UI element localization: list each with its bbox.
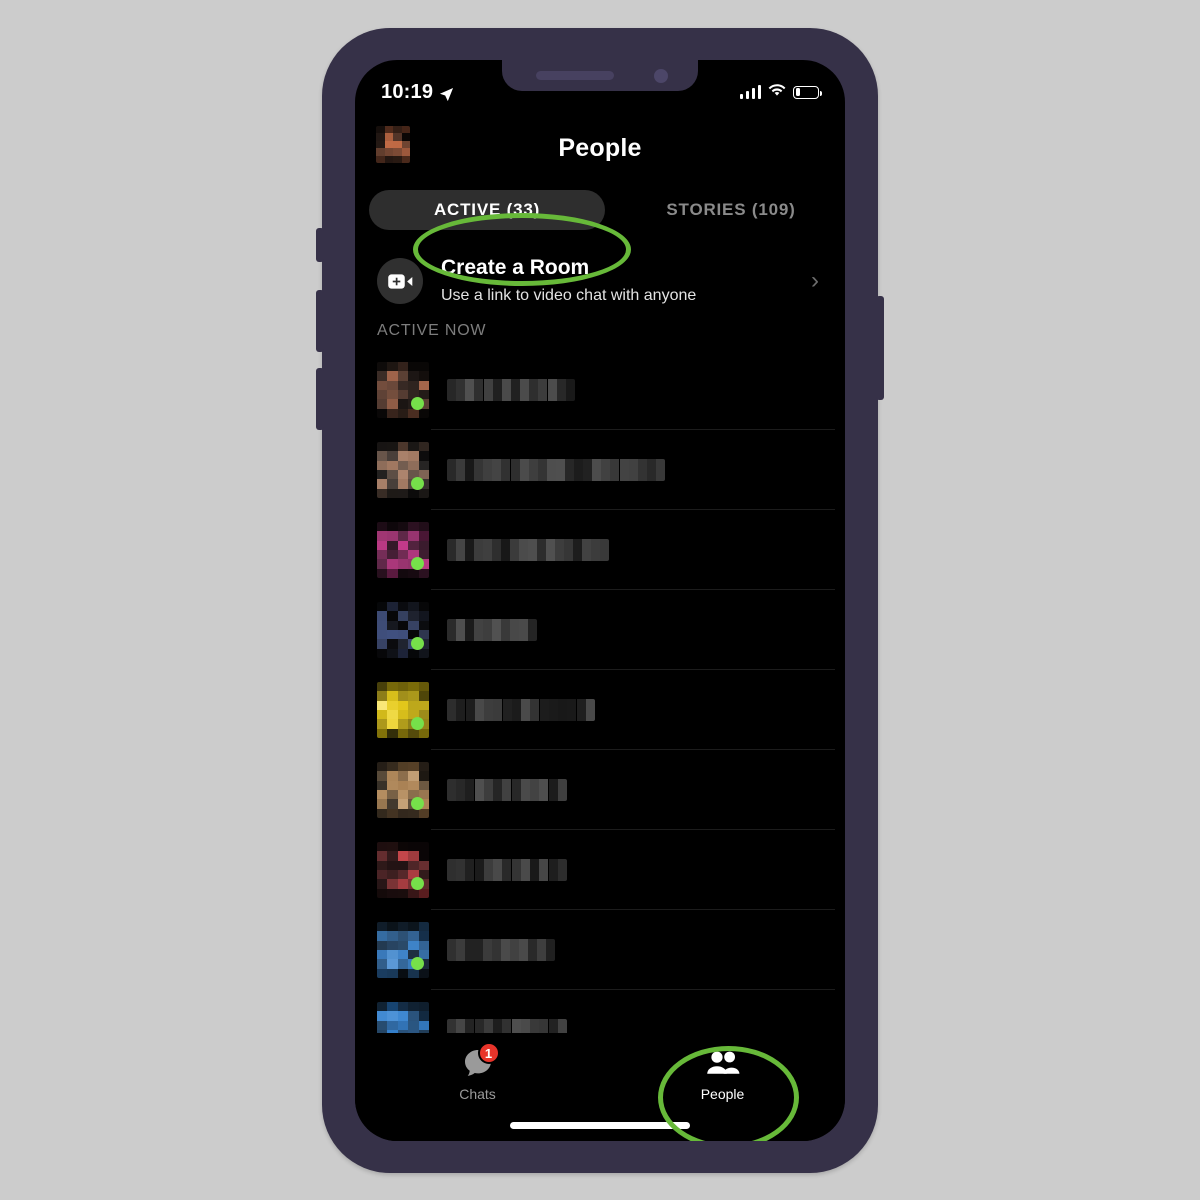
contact-name-redacted xyxy=(447,779,567,801)
create-room-text: Create a Room Use a link to video chat w… xyxy=(441,255,811,306)
online-status-dot xyxy=(411,557,424,570)
online-status-dot xyxy=(411,397,424,410)
contact-avatar[interactable] xyxy=(377,842,429,898)
tab-stories[interactable]: STORIES (109) xyxy=(613,190,845,230)
phone-device-frame: 10:19 People ACTIVE (33) STORIES (109) C… xyxy=(316,28,884,1173)
home-indicator[interactable] xyxy=(510,1122,690,1129)
device-notch xyxy=(502,60,698,91)
tab-stories-label: STORIES (109) xyxy=(666,200,796,219)
online-status-dot xyxy=(411,877,424,890)
active-now-row[interactable] xyxy=(355,590,845,670)
active-now-row[interactable] xyxy=(355,350,845,430)
contact-name-redacted xyxy=(447,699,595,721)
section-header-active-now: ACTIVE NOW xyxy=(377,322,487,339)
chat-bubble-icon: 1 xyxy=(457,1042,500,1081)
status-bar-right xyxy=(739,77,822,102)
create-room-subtitle: Use a link to video chat with anyone xyxy=(441,286,697,304)
online-status-dot xyxy=(411,797,424,810)
online-status-dot xyxy=(411,717,424,730)
video-camera-plus-icon xyxy=(377,258,423,304)
tab-active-label: ACTIVE (33) xyxy=(433,200,541,219)
tab-bar-item-chats[interactable]: 1 Chats xyxy=(355,1033,600,1102)
online-status-dot xyxy=(411,957,424,970)
segmented-control: ACTIVE (33) STORIES (109) xyxy=(355,176,845,242)
contact-name-redacted xyxy=(447,939,555,961)
contact-avatar[interactable] xyxy=(377,362,429,418)
mute-switch-button[interactable] xyxy=(316,228,324,262)
contact-name-redacted xyxy=(447,459,665,481)
people-icon xyxy=(702,1045,744,1081)
contact-name-redacted xyxy=(447,539,609,561)
cellular-signal-icon xyxy=(739,85,761,99)
phone-screen: 10:19 People ACTIVE (33) STORIES (109) C… xyxy=(355,60,845,1141)
tab-bar-label-chats: Chats xyxy=(459,1086,496,1102)
active-now-row[interactable] xyxy=(355,750,845,830)
contact-avatar[interactable] xyxy=(377,602,429,658)
active-now-row[interactable] xyxy=(355,430,845,510)
contact-avatar[interactable] xyxy=(377,522,429,578)
contact-avatar[interactable] xyxy=(377,922,429,978)
volume-up-button[interactable] xyxy=(316,290,324,352)
contact-name-redacted xyxy=(447,859,567,881)
active-now-row[interactable] xyxy=(355,910,845,990)
location-arrow-icon xyxy=(439,85,454,101)
create-room-title: Create a Room xyxy=(441,256,590,280)
contact-avatar[interactable] xyxy=(377,682,429,738)
chats-unread-badge: 1 xyxy=(477,1042,500,1064)
status-bar-time: 10:19 xyxy=(381,80,434,103)
bottom-tab-bar: 1 Chats People xyxy=(355,1033,845,1141)
online-status-dot xyxy=(411,477,424,490)
front-camera-icon xyxy=(654,69,668,83)
contact-name-redacted xyxy=(447,379,575,401)
earpiece-speaker-icon xyxy=(536,71,614,80)
online-status-dot xyxy=(411,637,424,650)
create-room-row[interactable]: Create a Room Use a link to video chat w… xyxy=(355,242,845,320)
chevron-right-icon: › xyxy=(811,267,819,294)
power-button[interactable] xyxy=(876,296,884,400)
active-now-row[interactable] xyxy=(355,670,845,750)
tab-bar-item-people[interactable]: People xyxy=(600,1033,845,1102)
active-now-row[interactable] xyxy=(355,830,845,910)
wifi-icon xyxy=(768,83,786,102)
page-header: People xyxy=(355,118,845,178)
page-title: People xyxy=(558,133,642,162)
battery-low-icon xyxy=(793,85,822,99)
volume-down-button[interactable] xyxy=(316,368,324,430)
active-now-row[interactable] xyxy=(355,510,845,590)
tab-bar-label-people: People xyxy=(700,1086,745,1102)
profile-avatar[interactable] xyxy=(376,126,410,163)
contact-name-redacted xyxy=(447,619,537,641)
contact-avatar[interactable] xyxy=(377,442,429,498)
status-bar-left: 10:19 xyxy=(381,75,454,104)
contact-avatar[interactable] xyxy=(377,762,429,818)
tab-active[interactable]: ACTIVE (33) xyxy=(369,190,605,230)
active-now-list[interactable] xyxy=(355,350,845,1141)
